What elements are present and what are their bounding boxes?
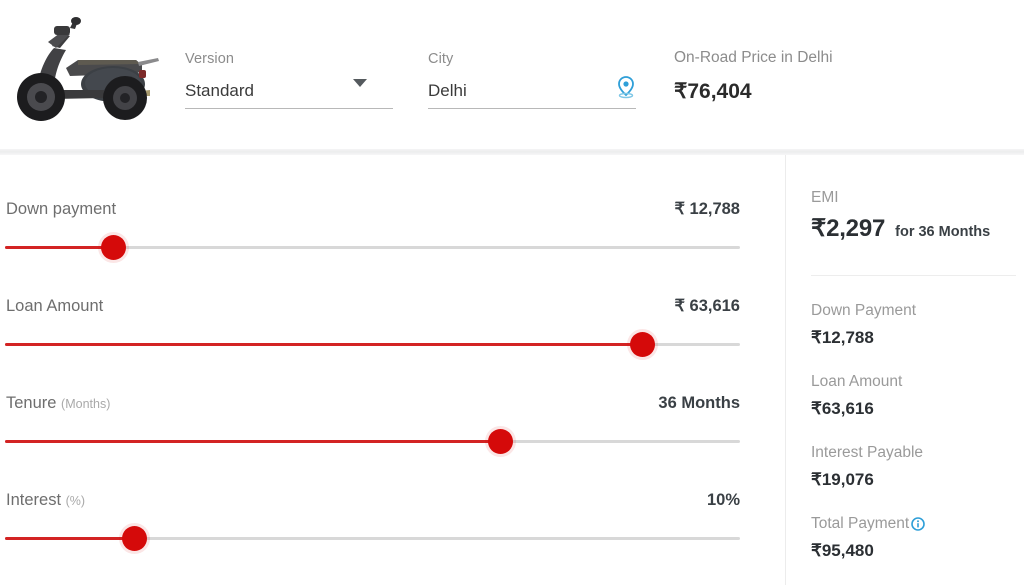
summary-label-text: Interest Payable [811,444,924,461]
info-icon[interactable] [911,516,926,531]
summary-item-total-payment: Total Payment ₹95,480 [811,513,1024,562]
slider-fill [5,537,134,540]
summary-value: ₹63,616 [811,399,874,418]
slider-group-tenure: Tenure (Months) 36 Months [0,391,784,487]
city-field[interactable]: City Delhi [428,50,638,109]
on-road-price-label: On-Road Price in Delhi [674,49,833,66]
emi-block: EMI ₹2,297 for 36 Months [811,188,1024,243]
city-label: City [428,51,454,67]
slider-thumb-tenure[interactable] [487,429,513,454]
summary-item-list: Down Payment ₹12,788 Loan Amount ₹63,616… [811,300,1024,562]
slider-label-interest: Interest (%) [6,488,85,513]
version-underline [185,108,393,109]
slider-tenure[interactable] [5,429,740,454]
slider-value-down-payment: ₹ 12,788 [674,200,740,218]
summary-label-text: Down Payment [811,302,917,319]
slider-interest[interactable] [5,526,740,551]
slider-label-text: Loan Amount [6,297,104,315]
summary-value: ₹12,788 [811,328,874,347]
emi-amount: ₹2,297 [811,215,886,242]
summary-divider [811,275,1016,276]
chevron-down-icon[interactable] [353,79,367,87]
slider-label-text: Down payment [6,200,117,218]
summary-label: Interest Payable [811,442,1024,463]
slider-header: Interest (%) 10% [6,488,740,514]
location-pin-icon[interactable] [616,75,636,99]
slider-group-loan-amount: Loan Amount ₹ 63,616 [0,294,784,390]
summary-item-interest-payable: Interest Payable ₹19,076 [811,442,1024,491]
summary-label: Down Payment [811,300,1024,321]
slider-fill [5,246,114,249]
slider-header: Loan Amount ₹ 63,616 [6,294,740,320]
summary-label-text: Loan Amount [811,373,903,390]
summary-value: ₹95,480 [811,541,874,560]
emi-calculator-page: Version Standard City Delhi On-Road Pric… [0,0,1024,585]
slider-thumb-interest[interactable] [121,526,147,551]
summary-label: Total Payment [811,513,1024,534]
slider-label-down-payment: Down payment [6,197,116,222]
summary-panel: EMI ₹2,297 for 36 Months Down Payment ₹1… [785,155,1024,585]
slider-label-tenure: Tenure (Months) [6,391,110,416]
emi-term: for 36 Months [895,224,991,240]
slider-label-unit: (%) [65,494,86,508]
slider-value-interest: 10% [706,491,740,509]
summary-label: Loan Amount [811,371,1024,392]
city-value: Delhi [428,81,467,100]
on-road-price-value: ₹76,404 [674,80,752,103]
slider-label-text: Tenure [6,394,57,412]
slider-panel: Down payment ₹ 12,788 Loan Amount ₹ 63,6… [0,155,784,585]
vehicle-header: Version Standard City Delhi On-Road Pric… [0,0,1024,155]
slider-value-tenure: 36 Months [658,394,740,412]
summary-item-down-payment: Down Payment ₹12,788 [811,300,1024,349]
slider-thumb-down-payment[interactable] [101,235,127,260]
vehicle-image [8,16,160,128]
on-road-price-block: On-Road Price in Delhi ₹76,404 [674,48,833,105]
slider-fill [5,440,500,443]
slider-down-payment[interactable] [5,235,740,260]
slider-value-loan-amount: ₹ 63,616 [674,297,740,315]
slider-label-unit: (Months) [61,397,111,411]
summary-value: ₹19,076 [811,470,874,489]
slider-label-loan-amount: Loan Amount [6,294,103,319]
summary-label-text: Total Payment [811,515,910,532]
slider-thumb-loan-amount[interactable] [630,332,656,357]
emi-label: EMI [811,189,839,206]
slider-group-interest: Interest (%) 10% [0,488,784,584]
summary-item-loan-amount: Loan Amount ₹63,616 [811,371,1024,420]
slider-header: Tenure (Months) 36 Months [6,391,740,417]
version-field[interactable]: Version Standard [185,50,395,109]
slider-fill [5,343,643,346]
slider-label-text: Interest [6,491,62,509]
city-underline [428,108,636,109]
version-label: Version [185,51,235,67]
slider-loan-amount[interactable] [5,332,740,357]
slider-group-down-payment: Down payment ₹ 12,788 [0,197,784,293]
slider-header: Down payment ₹ 12,788 [6,197,740,223]
